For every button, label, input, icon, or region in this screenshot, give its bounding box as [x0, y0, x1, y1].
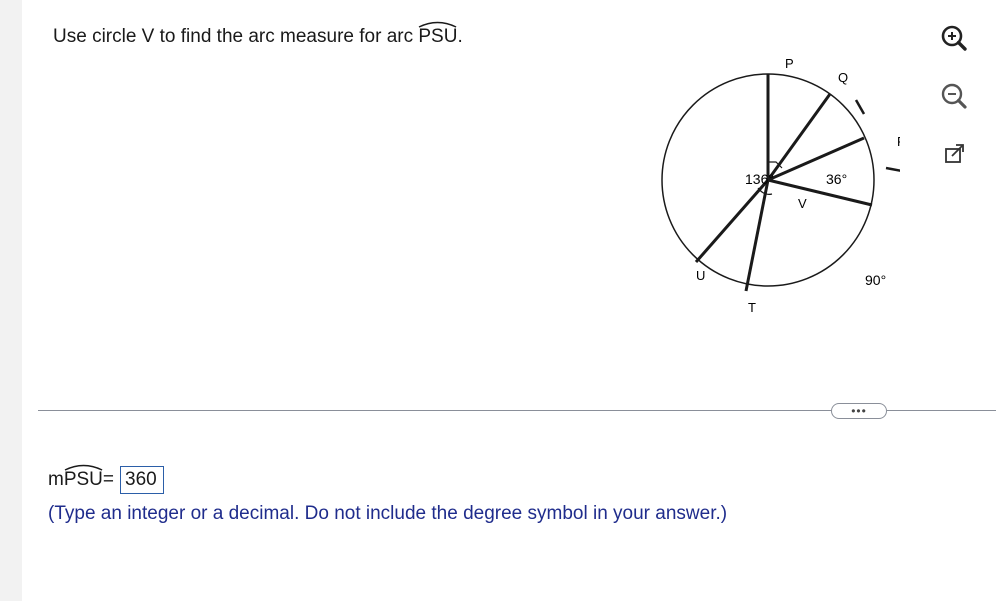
question-text: Use circle V to find the arc measure for…	[53, 21, 463, 48]
answer-prefix-m: m	[48, 469, 64, 490]
tick-mark-qr-1	[854, 99, 866, 115]
label-u: U	[696, 268, 705, 283]
popout-button[interactable]	[940, 140, 968, 168]
content-panel: Use circle V to find the arc measure for…	[22, 0, 996, 601]
angle-label-36: 36°	[826, 171, 847, 187]
zoom-in-icon	[941, 25, 967, 51]
answer-hint: (Type an integer or a decimal. Do not in…	[48, 503, 728, 524]
question-arc-label: PSU	[418, 26, 458, 47]
answer-input[interactable]: 360	[120, 466, 165, 494]
zoom-out-button[interactable]	[940, 82, 968, 110]
arc-symbol	[419, 21, 457, 28]
label-v: V	[798, 196, 807, 211]
zoom-in-button[interactable]	[940, 24, 968, 52]
zoom-out-icon	[941, 83, 967, 109]
answer-row: m PSU = 360	[48, 464, 165, 494]
question-suffix: .	[457, 26, 463, 47]
angle-label-90: 90°	[865, 272, 886, 288]
tick-mark-rs	[885, 166, 900, 172]
answer-arc: PSU	[63, 464, 103, 491]
answer-equals: =	[102, 469, 115, 490]
radius-vs	[767, 178, 873, 207]
popout-icon	[945, 144, 964, 163]
divider-line-right	[887, 410, 996, 411]
angle-label-136: 136°	[745, 171, 774, 187]
circle-figure: P Q R S T U V 136° 36° 90°	[661, 56, 900, 315]
question-arc: PSU	[418, 21, 458, 48]
radius-vt	[744, 179, 770, 292]
label-r: R	[897, 134, 900, 149]
label-t: T	[748, 300, 756, 315]
divider-line-left	[38, 410, 831, 411]
question-prefix: Use circle V to find the arc measure for…	[53, 26, 419, 47]
more-options-button[interactable]: •••	[831, 403, 887, 419]
label-q: Q	[838, 70, 848, 85]
label-p: P	[785, 56, 794, 71]
answer-arc-symbol	[64, 464, 103, 471]
answer-arc-label: PSU	[63, 469, 103, 490]
diameter-uv	[694, 179, 770, 263]
